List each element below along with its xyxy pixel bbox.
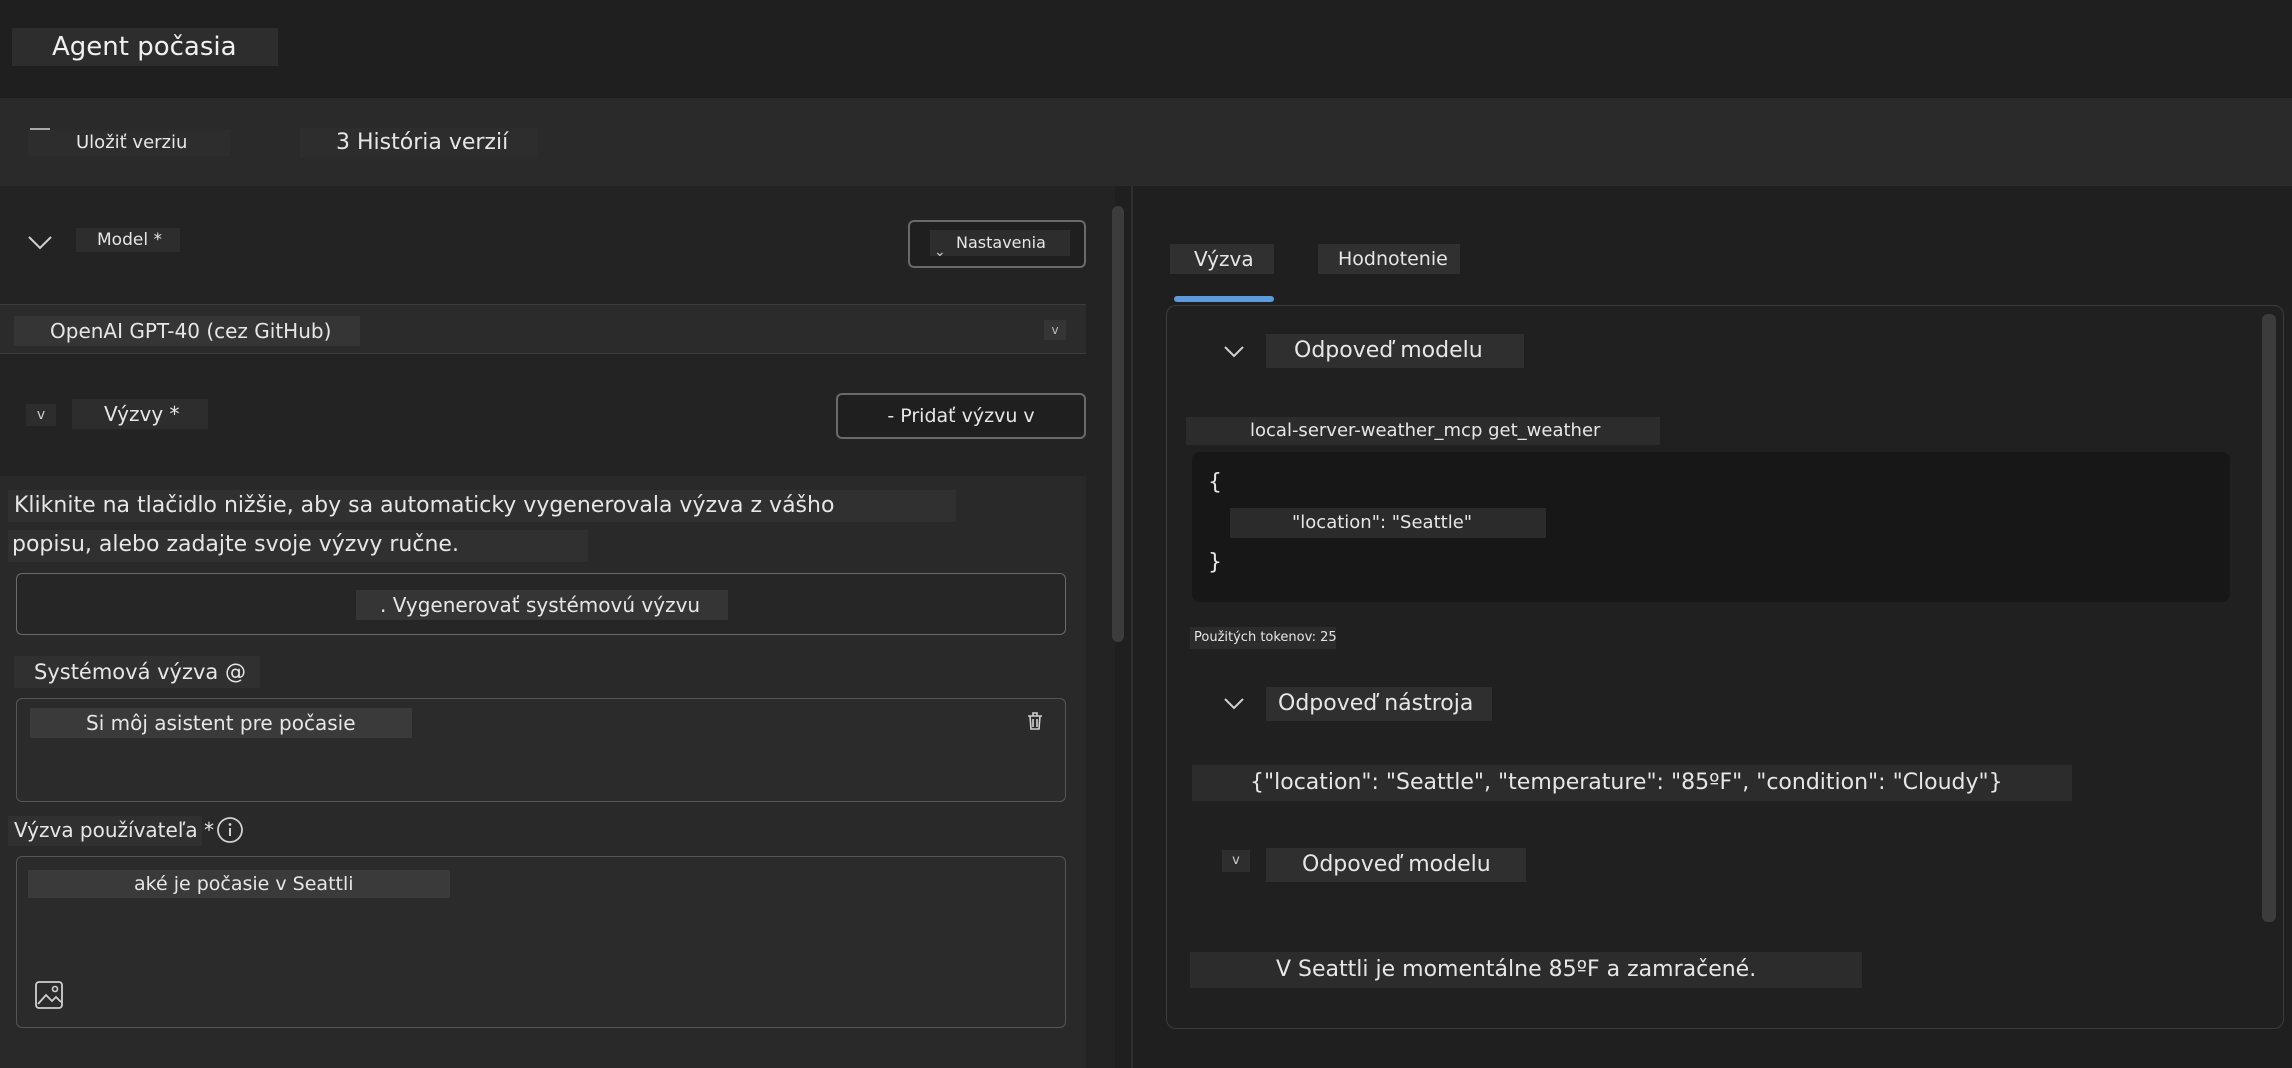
version-history-label: 3 História verzií [336,130,509,155]
system-prompt-value: Si môj asistent pre počasie [86,711,356,735]
trash-icon[interactable] [1024,710,1046,732]
tokens-used: Použitých tokenov: 25 [1194,630,1337,645]
dropdown-caret-icon[interactable]: v [1044,320,1066,340]
save-version-label: Uložiť verziu [76,132,188,153]
tab-evaluation-label: Hodnotenie [1338,248,1448,270]
final-answer: V Seattli je momentálne 85ºF a zamračené… [1276,957,1757,982]
chevron-down-icon[interactable] [1222,694,1246,712]
add-prompt-label: - Pridať výzvu v [887,405,1035,427]
model-response-title: Odpoveď modelu [1294,338,1483,363]
tool-response-value: {"location": "Seattle", "temperature": "… [1250,770,2003,795]
tab-active-indicator [1174,296,1274,302]
help-text-line-1: Kliknite na tlačidlo nižšie, aby sa auto… [14,493,835,518]
collapse-model-response-icon[interactable]: v [1222,850,1250,872]
model-label: Model * [97,230,162,250]
left-scrollbar[interactable] [1112,206,1124,642]
model-select-value: OpenAI GPT-40 (cez GitHub) [50,319,332,343]
conversation-panel [1166,305,2284,1029]
code-close-brace: } [1208,550,1222,575]
settings-icon: ⌄ [934,244,946,260]
help-text-line-2: popisu, alebo zadajte svoje výzvy ručne. [12,532,459,557]
prompts-label: Výzvy * [104,402,180,426]
info-icon[interactable] [216,816,244,844]
tab-prompt-label: Výzva [1194,247,1254,271]
settings-label: Nastavenia [956,233,1046,252]
user-prompt-label: Výzva používateľa * [14,818,214,842]
collapse-prompts-icon[interactable]: v [26,404,56,426]
code-body: "location": "Seattle" [1292,512,1473,533]
system-prompt-label: Systémová výzva @ [34,660,246,684]
code-open-brace: { [1208,470,1222,495]
right-scrollbar[interactable] [2262,314,2276,922]
image-icon[interactable] [34,980,64,1010]
chevron-down-icon[interactable] [1222,342,1246,360]
tool-response-title: Odpoveď nástroja [1278,691,1474,716]
title-bar [0,0,2292,98]
model-response-2-title: Odpoveď modelu [1302,852,1491,877]
page-title: Agent počasia [52,32,237,62]
generate-label: . Vygenerovať systémovú výzvu [380,593,701,617]
tool-call-name: local-server-weather_mcp get_weather [1250,420,1601,441]
user-prompt-value: aké je počasie v Seattli [134,873,354,895]
chevron-down-icon[interactable] [26,232,54,252]
